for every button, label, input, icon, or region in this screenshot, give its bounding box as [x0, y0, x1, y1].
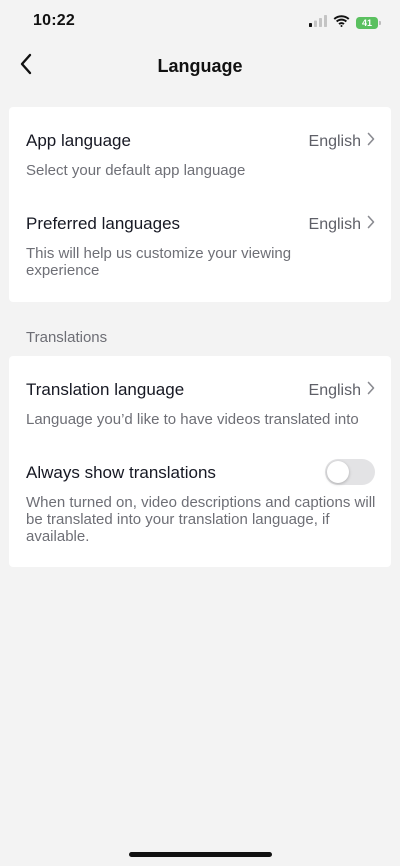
battery-icon: 41 — [356, 17, 381, 29]
status-bar: 10:22 41 — [0, 0, 400, 44]
preferred-languages-value[interactable]: English — [309, 215, 375, 234]
status-icons: 41 — [309, 14, 381, 32]
preferred-languages-description: This will help us customize your viewing… — [26, 245, 292, 279]
app-language-title: App language — [26, 131, 131, 150]
cellular-signal-icon — [309, 14, 327, 32]
translation-language-value[interactable]: English — [309, 381, 375, 400]
wifi-icon — [333, 14, 350, 32]
app-language-value-label: English — [308, 132, 361, 150]
home-indicator — [129, 852, 272, 857]
preferred-languages-value-label: English — [308, 215, 361, 233]
status-time: 10:22 — [33, 12, 75, 29]
app-language-value[interactable]: English — [309, 132, 375, 151]
toggle-knob — [327, 461, 349, 483]
always-show-translations-description: When turned on, video descriptions and c… — [26, 494, 376, 545]
app-language-description: Select your default app language — [26, 162, 246, 179]
translations-section-header: Translations — [26, 329, 108, 346]
preferred-languages-title: Preferred languages — [26, 214, 181, 233]
always-show-translations-toggle[interactable] — [325, 459, 375, 485]
battery-level: 41 — [361, 18, 372, 28]
translation-language-description: Language you’d like to have videos trans… — [26, 411, 359, 428]
chevron-right-icon — [367, 215, 375, 234]
language-settings-card: App language English Select your default… — [9, 107, 391, 302]
always-show-translations-title: Always show translations — [26, 463, 216, 482]
page-title: Language — [157, 56, 243, 76]
nav-bar: Language — [0, 44, 400, 88]
chevron-right-icon — [367, 381, 375, 400]
translation-language-title: Translation language — [26, 380, 185, 399]
translations-card: Translation language English Language yo… — [9, 356, 391, 567]
translation-language-value-label: English — [308, 381, 361, 399]
chevron-right-icon — [367, 132, 375, 151]
